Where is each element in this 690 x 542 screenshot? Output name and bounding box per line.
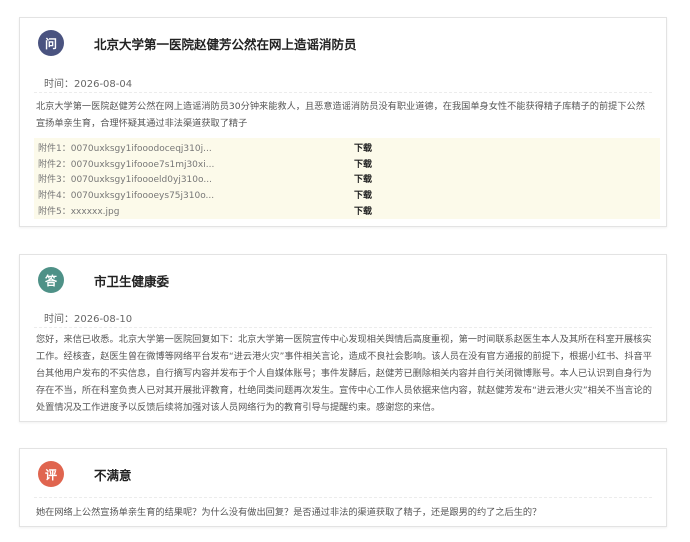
- attachment-name: 附件3：0070uxksgy1ifoooeld0yj310o...: [38, 175, 212, 186]
- question-header: 问 北京大学第一医院赵健芳公然在网上造谣消防员: [38, 28, 357, 58]
- review-title: 不满意: [94, 467, 132, 483]
- answer-card: 答 市卫生健康委 时间：2026-08-10 您好，来信已收悉。北京大学第一医院…: [19, 254, 667, 422]
- attachment-item: 附件3：0070uxksgy1ifoooeld0yj310o... 下载: [38, 171, 656, 187]
- answer-header: 答 市卫生健康委: [38, 265, 169, 295]
- question-divider: [34, 92, 652, 93]
- attachment-item: 附件2：0070uxksgy1ifoooe7s1mj30xi... 下载: [38, 156, 656, 172]
- review-content: 她在网络上公然宣扬单亲生育的结果呢？为什么没有做出回复？是否通过非法的渠道获取了…: [36, 507, 542, 518]
- answer-content: 您好，来信已收悉。北京大学第一医院回复如下：北京大学第一医院宣传中心发现相关舆情…: [36, 334, 652, 413]
- attachment-name: 附件1：0070uxksgy1ifooodoceqj310j...: [38, 144, 212, 155]
- attachment-name: 附件4：0070uxksgy1ifoooeys75j310o...: [38, 191, 215, 202]
- question-content: 北京大学第一医院赵健芳公然在网上造谣消防员30分钟来能救人，且恶意造谣消防员没有…: [36, 101, 645, 129]
- download-link[interactable]: 下载: [354, 157, 372, 170]
- answer-title: 市卫生健康委: [94, 273, 170, 289]
- review-badge: 评: [38, 461, 64, 487]
- review-divider: [34, 497, 652, 498]
- review-card: 评 不满意 她在网络上公然宣扬单亲生育的结果呢？为什么没有做出回复？是否通过非法…: [19, 448, 667, 527]
- attachment-item: 附件4：0070uxksgy1ifoooeys75j310o... 下载: [38, 187, 656, 203]
- question-title: 北京大学第一医院赵健芳公然在网上造谣消防员: [94, 36, 357, 52]
- attachment-name: 附件5：xxxxxx.jpg: [38, 206, 120, 217]
- attachment-item: 附件5：xxxxxx.jpg 下载: [38, 202, 656, 218]
- answer-time: 时间：2026-08-10: [44, 314, 133, 325]
- download-link[interactable]: 下载: [354, 141, 372, 154]
- download-link[interactable]: 下载: [354, 188, 372, 201]
- download-link[interactable]: 下载: [354, 172, 372, 185]
- attachment-item: 附件1：0070uxksgy1ifooodoceqj310j... 下载: [38, 140, 656, 156]
- question-time: 时间：2026-08-04: [44, 79, 133, 90]
- question-badge: 问: [38, 30, 64, 56]
- answer-divider: [34, 327, 652, 328]
- attachment-name: 附件2：0070uxksgy1ifoooe7s1mj30xi...: [38, 159, 215, 170]
- download-link[interactable]: 下载: [354, 204, 372, 217]
- question-card: 问 北京大学第一医院赵健芳公然在网上造谣消防员 时间：2026-08-04 北京…: [19, 17, 667, 227]
- attachment-list: 附件1：0070uxksgy1ifooodoceqj310j... 下载 附件2…: [34, 138, 660, 219]
- review-header: 评 不满意: [38, 459, 132, 489]
- answer-badge: 答: [38, 267, 64, 293]
